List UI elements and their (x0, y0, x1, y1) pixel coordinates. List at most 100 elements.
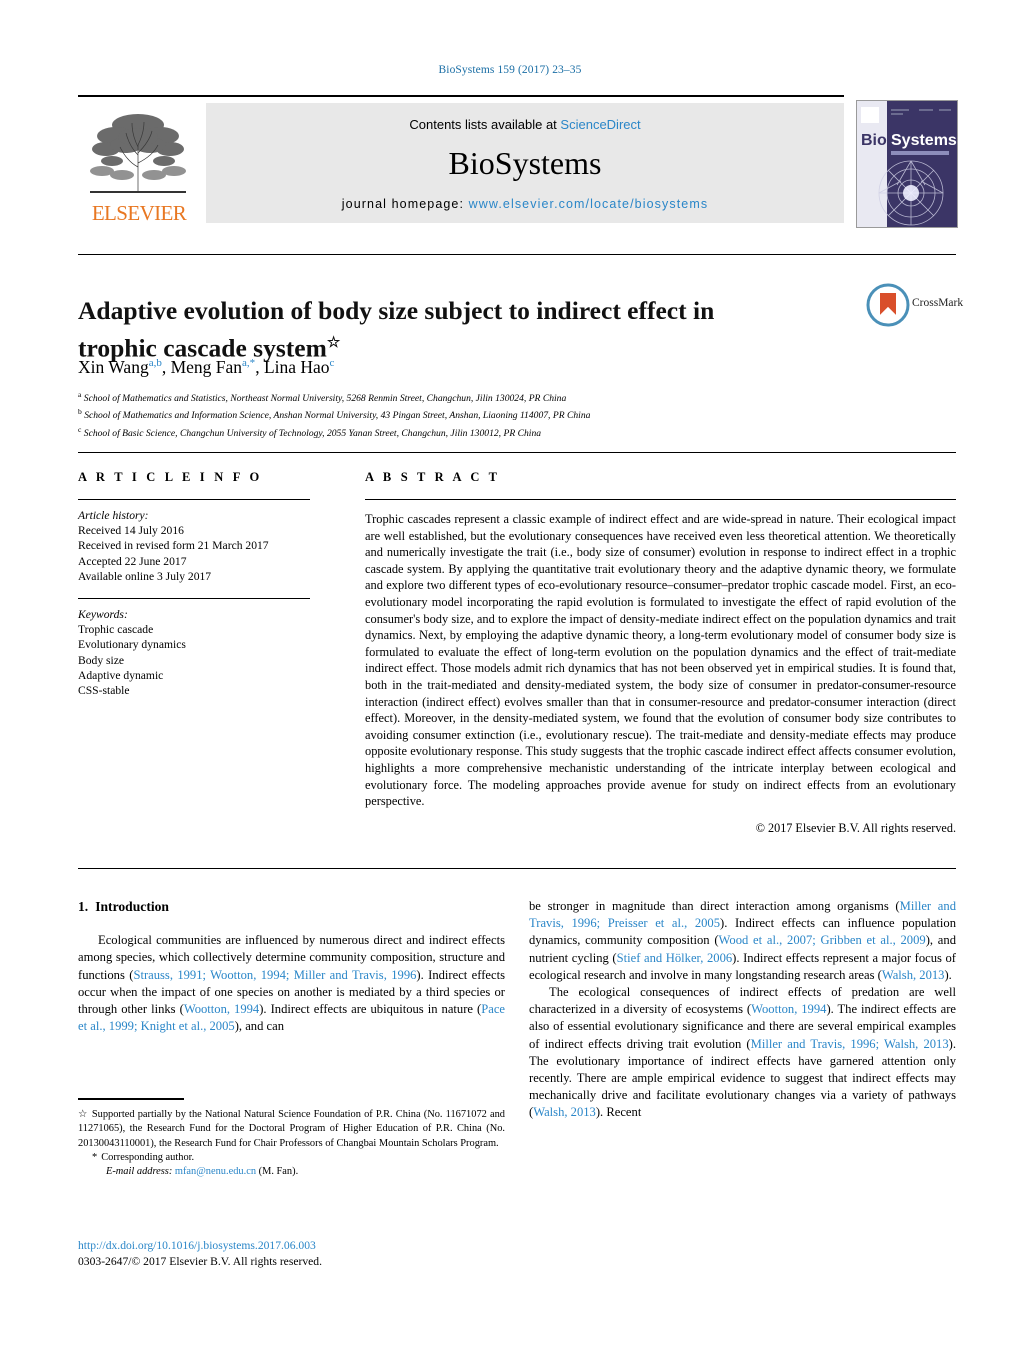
elsevier-logo: ELSEVIER (78, 105, 198, 227)
author-item: Meng Fana,* (171, 357, 256, 377)
keyword-item: CSS-stable (78, 684, 130, 698)
author-item: Lina Haoc (264, 357, 335, 377)
section-title: Introduction (95, 899, 169, 914)
section-heading-introduction: 1. Introduction (78, 898, 505, 915)
running-head: BioSystems 159 (2017) 23–35 (438, 64, 582, 76)
abstract-bottom-rule (78, 868, 956, 869)
keyword-item: Body size (78, 653, 125, 667)
text-run: ). (944, 967, 952, 982)
author-name: Lina Hao (263, 357, 330, 377)
article-title-text: Adaptive evolution of body size subject … (78, 296, 715, 363)
funding-footnote-text: Supported partially by the National Natu… (78, 1109, 505, 1149)
history-item: Received in revised form 21 March 2017 (78, 539, 269, 553)
paragraph: The ecological consequences of indirect … (529, 984, 956, 1122)
text-run: ). Recent (595, 1105, 642, 1120)
history-item: Accepted 22 June 2017 (78, 554, 187, 568)
article-info-divider (78, 499, 310, 500)
contents-label: Contents lists available at (409, 117, 557, 132)
article-info-heading: A R T I C L E I N F O (78, 470, 263, 484)
keyword-item: Evolutionary dynamics (78, 638, 186, 652)
abstract-heading: A B S T R A C T (365, 470, 501, 484)
email-link[interactable]: mfan@nenu.edu.cn (175, 1166, 256, 1177)
journal-masthead: ELSEVIER Contents lists available at Sci… (78, 95, 958, 231)
affiliation-mark: c (78, 424, 82, 434)
affiliation-text: School of Mathematics and Information Sc… (84, 410, 591, 422)
title-top-rule (78, 254, 956, 255)
keywords-title: Keywords: (78, 608, 128, 622)
citation-link[interactable]: Strauss, 1991; Wootton, 1994; Miller and… (133, 968, 416, 982)
affiliation-item: c School of Basic Science, Changchun Uni… (78, 423, 898, 440)
body-column-left: 1. Introduction Ecological communities ar… (78, 898, 505, 1035)
svg-text:Bio: Bio (861, 132, 887, 149)
crossmark-icon (866, 283, 910, 327)
citation-link[interactable]: Wood et al., 2007; Gribben et al., 2009 (719, 933, 926, 947)
citation-link[interactable]: Stief and Hölker, 2006 (617, 951, 733, 965)
author-item: Xin Wanga,b (78, 357, 162, 377)
info-top-rule (78, 452, 956, 453)
abstract-copyright: © 2017 Elsevier B.V. All rights reserved… (755, 820, 956, 835)
email-footnote: E-mail address: mfan@nenu.edu.cn (M. Fan… (106, 1165, 505, 1179)
author-marks: a,* (242, 357, 256, 370)
crossmark-badge[interactable]: CrossMark (866, 283, 963, 331)
history-item: Received 14 July 2016 (78, 524, 184, 537)
citation-link[interactable]: Wootton, 1994 (751, 1002, 826, 1016)
author-name: Xin Wang (78, 357, 149, 377)
sciencedirect-panel: Contents lists available at ScienceDirec… (206, 103, 844, 223)
abstract-text: Trophic cascades represent a classic exa… (365, 512, 956, 809)
author-marks: a,b (148, 357, 162, 370)
history-item: Available online 3 July 2017 (78, 569, 212, 583)
paragraph: be stronger in magnitude than direct int… (529, 898, 956, 984)
author-name: Meng Fan (170, 357, 243, 377)
text-run: ). Indirect effects are ubiquitous in na… (259, 1002, 482, 1017)
affiliation-item: a School of Mathematics and Statistics, … (78, 388, 898, 405)
homepage-label: journal homepage: (341, 197, 465, 211)
funding-footnote-marker: ☆ (78, 1109, 88, 1120)
citation-link[interactable]: Walsh, 2013 (882, 968, 945, 982)
elsevier-tree-icon (86, 105, 190, 197)
elsevier-wordmark: ELSEVIER (91, 201, 187, 225)
contents-line: Contents lists available at ScienceDirec… (206, 117, 844, 132)
section-number: 1. (78, 899, 89, 914)
journal-homepage-line: journal homepage: www.elsevier.com/locat… (206, 197, 844, 211)
body-column-right: be stronger in magnitude than direct int… (529, 898, 956, 1122)
affiliation-item: b School of Mathematics and Information … (78, 405, 898, 422)
footnote-rule (78, 1098, 184, 1100)
journal-title: BioSystems (448, 145, 602, 181)
corresponding-author-marker: * (92, 1151, 98, 1163)
affiliation-mark: a (78, 390, 82, 399)
masthead-top-rule (78, 95, 844, 97)
abstract-divider (365, 499, 956, 500)
issn-copyright-line: 0303-2647/© 2017 Elsevier B.V. All right… (78, 1254, 322, 1268)
imprint-block: http://dx.doi.org/10.1016/j.biosystems.2… (78, 1238, 598, 1269)
article-page: BioSystems 159 (2017) 23–35 ELSEVIER Con… (0, 0, 1020, 1351)
keyword-item: Adaptive dynamic (78, 669, 164, 683)
homepage-url-link[interactable]: www.elsevier.com/locate/biosystems (469, 197, 709, 211)
affiliation-text: School of Basic Science, Changchun Unive… (83, 427, 542, 439)
article-history-title: Article history: (78, 509, 149, 522)
affiliation-mark: b (78, 407, 82, 417)
author-marks: c (329, 357, 335, 370)
corresponding-author-footnote: * Corresponding author. (92, 1151, 505, 1165)
svg-text:Systems: Systems (891, 132, 957, 149)
corresponding-author-text: Corresponding author. (101, 1151, 195, 1163)
footnote-block: ☆ Supported partially by the National Nat… (78, 1108, 505, 1179)
title-footnote-marker: ☆ (326, 335, 341, 352)
article-info-column: A R T I C L E I N F O Article history: R… (78, 470, 321, 699)
funding-footnote: ☆ Supported partially by the National Nat… (78, 1108, 505, 1151)
sciencedirect-link[interactable]: ScienceDirect (560, 117, 640, 132)
author-list: Xin Wanga,b, Meng Fana,*, Lina Haoc (78, 357, 335, 377)
affiliation-text: School of Mathematics and Statistics, No… (83, 393, 567, 405)
citation-link[interactable]: Miller and Travis, 1996; Walsh, 2013 (751, 1037, 949, 1051)
journal-cover-thumbnail: Bio Systems (856, 100, 958, 228)
text-run: ), and can (234, 1019, 285, 1034)
crossmark-label: CrossMark (912, 297, 964, 309)
doi-link[interactable]: http://dx.doi.org/10.1016/j.biosystems.2… (78, 1238, 598, 1254)
email-label: E-mail address: (106, 1166, 173, 1178)
affiliation-list: a School of Mathematics and Statistics, … (78, 388, 898, 440)
text-run: be stronger in magnitude than direct int… (529, 899, 900, 913)
page-title: Adaptive evolution of body size subject … (78, 294, 778, 365)
email-person: (M. Fan). (258, 1166, 299, 1178)
citation-link[interactable]: Walsh, 2013 (533, 1105, 596, 1119)
abstract-column: A B S T R A C T Trophic cascades represe… (365, 470, 956, 836)
citation-link[interactable]: Wootton, 1994 (184, 1002, 259, 1016)
